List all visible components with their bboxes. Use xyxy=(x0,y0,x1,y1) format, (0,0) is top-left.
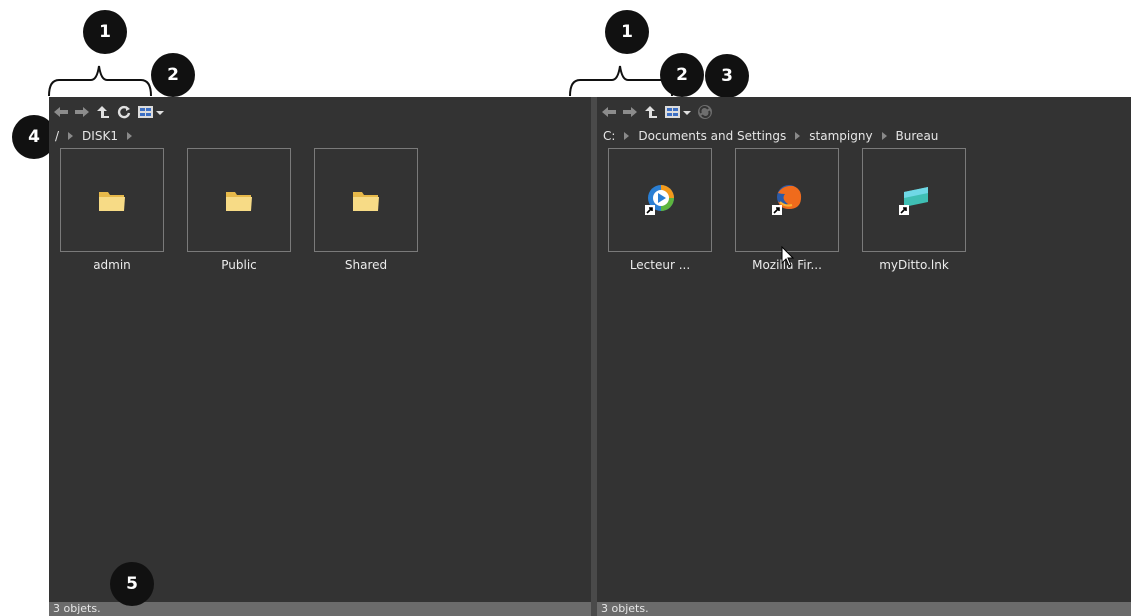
forward-button[interactable] xyxy=(621,103,639,121)
item-thumbnail xyxy=(862,148,966,252)
breadcrumb-item-disk1[interactable]: DISK1 xyxy=(79,129,121,143)
callout-3-right: 3 xyxy=(705,54,749,98)
folder-item-public[interactable]: Public xyxy=(187,148,291,272)
breadcrumb-item-documents[interactable]: Documents and Settings xyxy=(635,129,789,143)
right-toolbar xyxy=(600,103,714,121)
left-item-grid: admin Public Shared xyxy=(60,148,418,272)
left-breadcrumb: / DISK1 xyxy=(55,128,138,144)
folder-item-shared[interactable]: Shared xyxy=(314,148,418,272)
arrow-left-icon xyxy=(54,107,68,117)
breadcrumb-separator-icon xyxy=(881,132,887,140)
arrow-up-icon xyxy=(97,106,109,118)
view-mode-dropdown[interactable] xyxy=(136,103,166,121)
callout-brace-right xyxy=(569,65,673,97)
item-thumbnail xyxy=(187,148,291,252)
breadcrumb-item-user[interactable]: stampigny xyxy=(806,129,875,143)
refresh-button[interactable] xyxy=(115,103,133,121)
up-folder-button[interactable] xyxy=(642,103,660,121)
item-thumbnail xyxy=(735,148,839,252)
item-label: Shared xyxy=(344,258,388,272)
view-mode-dropdown[interactable] xyxy=(663,103,693,121)
item-thumbnail xyxy=(608,148,712,252)
item-thumbnail xyxy=(60,148,164,252)
breadcrumb-separator-icon xyxy=(68,132,74,140)
item-label: Public xyxy=(221,258,257,272)
callout-1-right: 1 xyxy=(605,10,649,54)
breadcrumb-item-root[interactable]: / xyxy=(55,129,62,143)
back-button[interactable] xyxy=(600,103,618,121)
right-file-pane: C: Documents and Settings stampigny Bure… xyxy=(597,97,1131,616)
shortcut-item-media-player[interactable]: Lecteur ... xyxy=(608,148,712,272)
sync-button[interactable] xyxy=(696,103,714,121)
left-toolbar xyxy=(52,103,166,121)
ditto-shortcut-icon xyxy=(899,187,928,215)
breadcrumb-separator-icon xyxy=(126,132,132,140)
view-grid-icon xyxy=(138,106,164,118)
callout-1-left: 1 xyxy=(83,10,127,54)
callout-2-left: 2 xyxy=(151,53,195,97)
item-label: Lecteur ... xyxy=(629,258,691,272)
left-file-pane: / DISK1 admin Public Shared 3 objets. xyxy=(49,97,591,616)
sync-icon xyxy=(698,105,712,119)
breadcrumb-item-bureau[interactable]: Bureau xyxy=(893,129,942,143)
arrow-left-icon xyxy=(602,107,616,117)
item-label: myDitto.lnk xyxy=(879,258,949,272)
arrow-right-icon xyxy=(623,107,637,117)
folder-icon xyxy=(353,192,379,211)
item-thumbnail xyxy=(314,148,418,252)
folder-icon xyxy=(99,192,125,211)
callout-brace-left xyxy=(48,65,152,97)
right-breadcrumb: C: Documents and Settings stampigny Bure… xyxy=(603,128,941,144)
breadcrumb-separator-icon xyxy=(624,132,630,140)
arrow-up-icon xyxy=(645,106,657,118)
up-folder-button[interactable] xyxy=(94,103,112,121)
firefox-shortcut-icon xyxy=(772,185,802,215)
shortcut-item-myditto[interactable]: myDitto.lnk xyxy=(862,148,966,272)
callout-2-right: 2 xyxy=(660,53,704,97)
item-label: admin xyxy=(93,258,131,272)
breadcrumb-item-drive[interactable]: C: xyxy=(603,129,618,143)
forward-button[interactable] xyxy=(73,103,91,121)
arrow-right-icon xyxy=(75,107,89,117)
folder-icon xyxy=(226,192,252,211)
folder-item-admin[interactable]: admin xyxy=(60,148,164,272)
back-button[interactable] xyxy=(52,103,70,121)
callout-5: 5 xyxy=(110,562,154,606)
refresh-icon xyxy=(117,105,131,119)
mouse-pointer-icon xyxy=(781,246,795,267)
media-player-shortcut-icon xyxy=(645,185,674,215)
view-grid-icon xyxy=(665,106,691,118)
right-status-bar: 3 objets. xyxy=(597,602,1131,616)
breadcrumb-separator-icon xyxy=(795,132,801,140)
